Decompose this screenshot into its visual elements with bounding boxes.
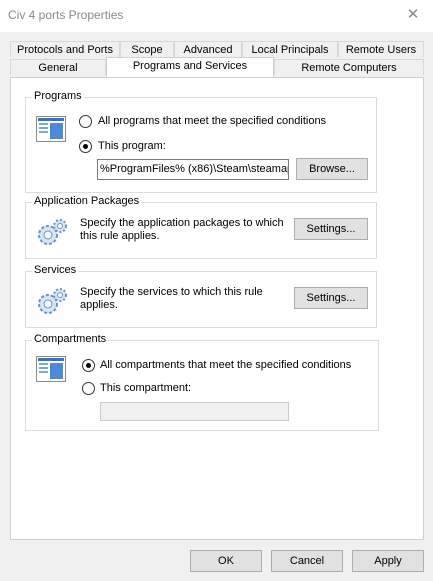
program-window-icon xyxy=(36,116,66,142)
tab-protocols-and-ports[interactable]: Protocols and Ports xyxy=(10,41,120,57)
services-description-line2: applies. xyxy=(80,299,118,311)
ok-button[interactable]: OK xyxy=(190,550,262,572)
program-path-field[interactable]: %ProgramFiles% (x86)\Steam\steamap xyxy=(97,159,289,180)
app-packages-label: Application Packages xyxy=(32,195,142,207)
tab-remote-users[interactable]: Remote Users xyxy=(338,41,424,57)
compartment-window-icon xyxy=(36,356,66,382)
all-programs-label[interactable]: All programs that meet the specified con… xyxy=(98,115,326,127)
app-packages-description-line2: this rule applies. xyxy=(80,230,160,242)
this-program-radio[interactable] xyxy=(79,140,92,153)
gears-icon xyxy=(38,288,67,314)
app-packages-group: Application Packages Specify the applica… xyxy=(25,195,377,259)
title-bar: Civ 4 ports Properties ✕ xyxy=(0,0,433,32)
tab-panel: Programs All programs that meet the spec… xyxy=(10,77,424,540)
gears-icon xyxy=(38,219,67,245)
app-packages-settings-button[interactable]: Settings... xyxy=(294,218,368,240)
tab-scope[interactable]: Scope xyxy=(120,41,174,57)
tab-general[interactable]: General xyxy=(10,59,106,75)
services-group: Services Specify the services to which t… xyxy=(25,264,377,328)
compartments-label: Compartments xyxy=(32,333,109,345)
services-description-line1: Specify the services to which this rule xyxy=(80,286,263,298)
services-label: Services xyxy=(32,264,79,276)
window-title: Civ 4 ports Properties xyxy=(8,8,124,22)
all-compartments-label[interactable]: All compartments that meet the specified… xyxy=(100,359,351,371)
all-compartments-radio[interactable] xyxy=(82,359,95,372)
browse-button[interactable]: Browse... xyxy=(296,158,368,180)
compartment-field[interactable] xyxy=(100,402,289,421)
this-program-label[interactable]: This program: xyxy=(98,140,166,152)
apply-button[interactable]: Apply xyxy=(352,550,424,572)
cancel-button[interactable]: Cancel xyxy=(271,550,343,572)
tab-programs-and-services[interactable]: Programs and Services xyxy=(106,57,274,77)
this-compartment-label[interactable]: This compartment: xyxy=(100,382,191,394)
compartments-group: Compartments All compartments that meet … xyxy=(25,333,379,431)
programs-label: Programs xyxy=(32,90,84,102)
app-packages-description-line1: Specify the application packages to whic… xyxy=(80,217,284,229)
tab-remote-computers[interactable]: Remote Computers xyxy=(274,59,424,75)
all-programs-radio[interactable] xyxy=(79,115,92,128)
tab-local-principals[interactable]: Local Principals xyxy=(242,41,338,57)
services-settings-button[interactable]: Settings... xyxy=(294,287,368,309)
tab-advanced[interactable]: Advanced xyxy=(174,41,242,57)
programs-group: Programs All programs that meet the spec… xyxy=(25,90,377,193)
close-icon[interactable]: ✕ xyxy=(403,5,423,25)
this-compartment-radio[interactable] xyxy=(82,382,95,395)
